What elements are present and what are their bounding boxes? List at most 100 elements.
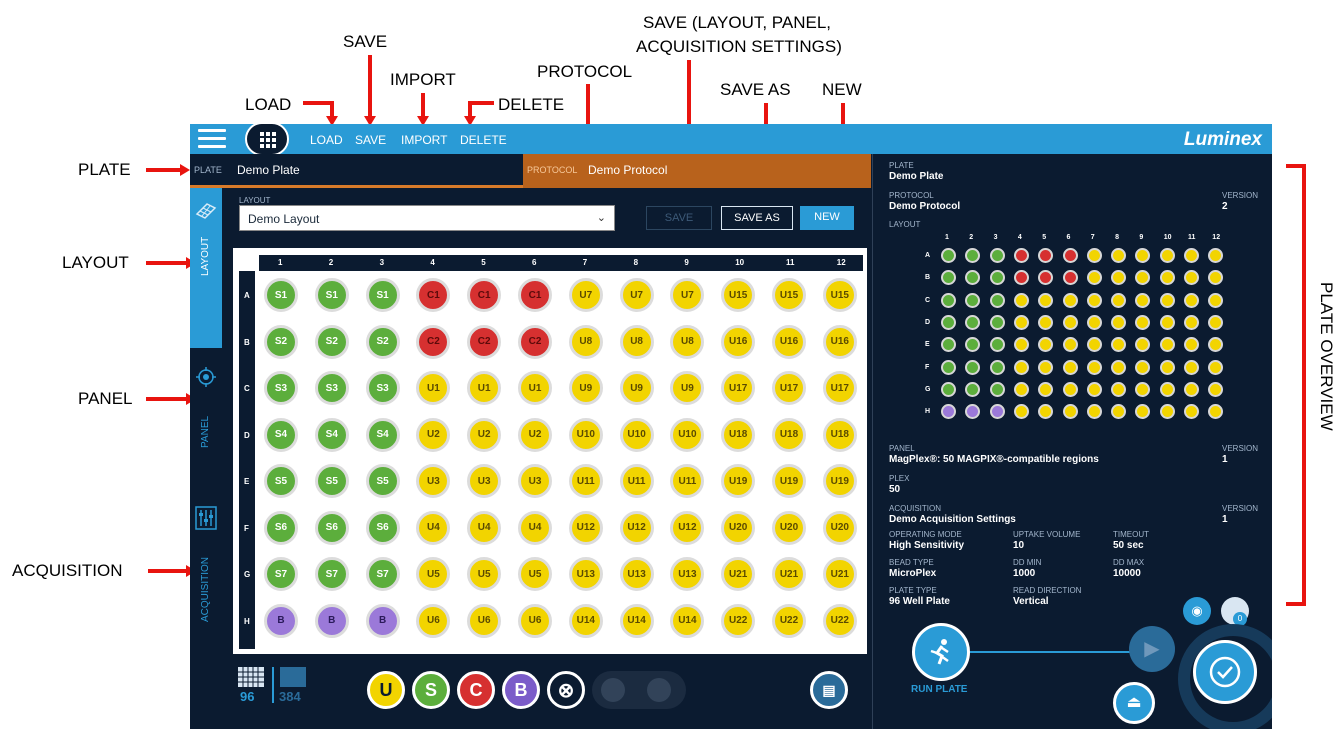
plate-well[interactable]: U12 [568, 510, 603, 545]
plate-well[interactable]: U7 [619, 278, 654, 312]
plate-well[interactable]: U18 [772, 417, 806, 452]
camera-icon[interactable]: ◉ [1183, 597, 1211, 625]
row-letter[interactable]: E [244, 477, 249, 486]
plate-well[interactable]: U4 [416, 510, 451, 545]
plate-well[interactable]: S7 [365, 557, 400, 591]
plate-well[interactable]: U12 [619, 510, 654, 545]
plate-well[interactable]: U7 [568, 278, 603, 312]
plate-well[interactable]: U19 [822, 464, 857, 498]
plate-well[interactable]: U17 [721, 371, 756, 405]
plate-well[interactable]: U13 [670, 557, 705, 591]
plate-well[interactable]: U16 [822, 324, 857, 359]
plate-well[interactable]: U6 [518, 603, 552, 638]
column-number[interactable]: 9 [684, 258, 688, 267]
plate-well[interactable]: U1 [416, 371, 451, 405]
plate-well[interactable]: U20 [721, 510, 756, 545]
plate-well[interactable]: U11 [670, 464, 705, 498]
column-number[interactable]: 1 [278, 258, 282, 267]
plate-well[interactable]: U1 [518, 371, 552, 405]
plate-well[interactable]: U22 [721, 603, 756, 638]
row-letter[interactable]: F [244, 524, 249, 533]
plate-well[interactable]: S6 [264, 510, 298, 545]
plate-well[interactable]: U8 [619, 324, 654, 359]
column-number[interactable]: 6 [532, 258, 536, 267]
eject-button[interactable]: ⏏ [1113, 682, 1155, 724]
column-number[interactable]: 2 [329, 258, 333, 267]
plate-well[interactable]: B [314, 603, 349, 638]
plate-well[interactable]: S6 [314, 510, 349, 545]
blank-type-button[interactable]: B [502, 671, 540, 709]
plate-well[interactable]: U14 [619, 603, 654, 638]
plate-well[interactable]: S5 [365, 464, 400, 498]
plate-well[interactable]: U2 [518, 417, 552, 452]
plate-well[interactable]: U9 [670, 371, 705, 405]
plate-96-icon[interactable] [238, 667, 264, 687]
plate-well[interactable]: U10 [670, 417, 705, 452]
plate-well[interactable]: S3 [264, 371, 298, 405]
plate-well[interactable]: U14 [568, 603, 603, 638]
plate-well[interactable]: U3 [416, 464, 451, 498]
plate-well[interactable]: S4 [365, 417, 400, 452]
plate-well[interactable]: C2 [416, 324, 451, 359]
plate-well[interactable]: S7 [314, 557, 349, 591]
plate-well[interactable]: B [365, 603, 400, 638]
plate-well[interactable]: U5 [467, 557, 502, 591]
plate-well[interactable]: S2 [314, 324, 349, 359]
plate-well[interactable]: U20 [772, 510, 806, 545]
plate-well[interactable]: C1 [416, 278, 451, 312]
plate-well[interactable]: U20 [822, 510, 857, 545]
plate-well[interactable]: U13 [568, 557, 603, 591]
plate-well[interactable]: U4 [467, 510, 502, 545]
delete-menu[interactable]: DELETE [460, 133, 507, 147]
row-letter[interactable]: C [244, 384, 250, 393]
plate-well[interactable]: U9 [568, 371, 603, 405]
plate-well[interactable]: U21 [772, 557, 806, 591]
plate-well[interactable]: U7 [670, 278, 705, 312]
plate-well[interactable]: U3 [518, 464, 552, 498]
row-letter[interactable]: D [244, 431, 250, 440]
column-number[interactable]: 12 [837, 258, 846, 267]
plate-well[interactable]: U4 [518, 510, 552, 545]
tab-acquisition[interactable]: ACQUISITION [190, 498, 222, 729]
plate-bar[interactable]: PLATE Demo Plate [190, 154, 523, 188]
plate-well[interactable]: S2 [264, 324, 298, 359]
plate-well[interactable]: S1 [365, 278, 400, 312]
plate-well[interactable]: U16 [721, 324, 756, 359]
column-number[interactable]: 5 [481, 258, 485, 267]
row-letter[interactable]: B [244, 338, 250, 347]
plate-well[interactable]: S5 [314, 464, 349, 498]
plate-well[interactable]: U21 [721, 557, 756, 591]
column-number[interactable]: 7 [583, 258, 587, 267]
plate-well[interactable]: S5 [264, 464, 298, 498]
new-button[interactable]: NEW [800, 206, 854, 230]
column-number[interactable]: 10 [735, 258, 744, 267]
plate-well[interactable]: S1 [264, 278, 298, 312]
protocol-bar[interactable]: PROTOCOL Demo Protocol [523, 154, 871, 188]
plate-well[interactable]: U11 [568, 464, 603, 498]
plate-well[interactable]: U17 [772, 371, 806, 405]
plate-well[interactable]: C2 [467, 324, 502, 359]
import-menu[interactable]: IMPORT [401, 133, 447, 147]
control-type-button[interactable]: C [457, 671, 495, 709]
plate-well[interactable]: U6 [467, 603, 502, 638]
plate-well[interactable]: U17 [822, 371, 857, 405]
plate-well[interactable]: S4 [264, 417, 298, 452]
plate-well[interactable]: U5 [518, 557, 552, 591]
plate-well[interactable]: U12 [670, 510, 705, 545]
plate-well[interactable]: U10 [568, 417, 603, 452]
plate-well[interactable]: S6 [365, 510, 400, 545]
plate-well[interactable]: S3 [314, 371, 349, 405]
plate-384-icon[interactable] [280, 667, 306, 687]
load-menu[interactable]: LOAD [310, 133, 343, 147]
row-letter[interactable]: H [244, 617, 250, 626]
plate-well[interactable]: C2 [518, 324, 552, 359]
plate-well[interactable]: U3 [467, 464, 502, 498]
report-icon[interactable]: ▤ [810, 671, 848, 709]
complete-button[interactable] [1193, 640, 1257, 704]
row-letter[interactable]: G [244, 570, 250, 579]
plate-well[interactable]: U15 [822, 278, 857, 312]
plate-well[interactable]: U10 [619, 417, 654, 452]
save-as-button[interactable]: SAVE AS [721, 206, 793, 230]
column-number[interactable]: 8 [634, 258, 638, 267]
fill-pattern-toggle[interactable] [592, 671, 686, 709]
